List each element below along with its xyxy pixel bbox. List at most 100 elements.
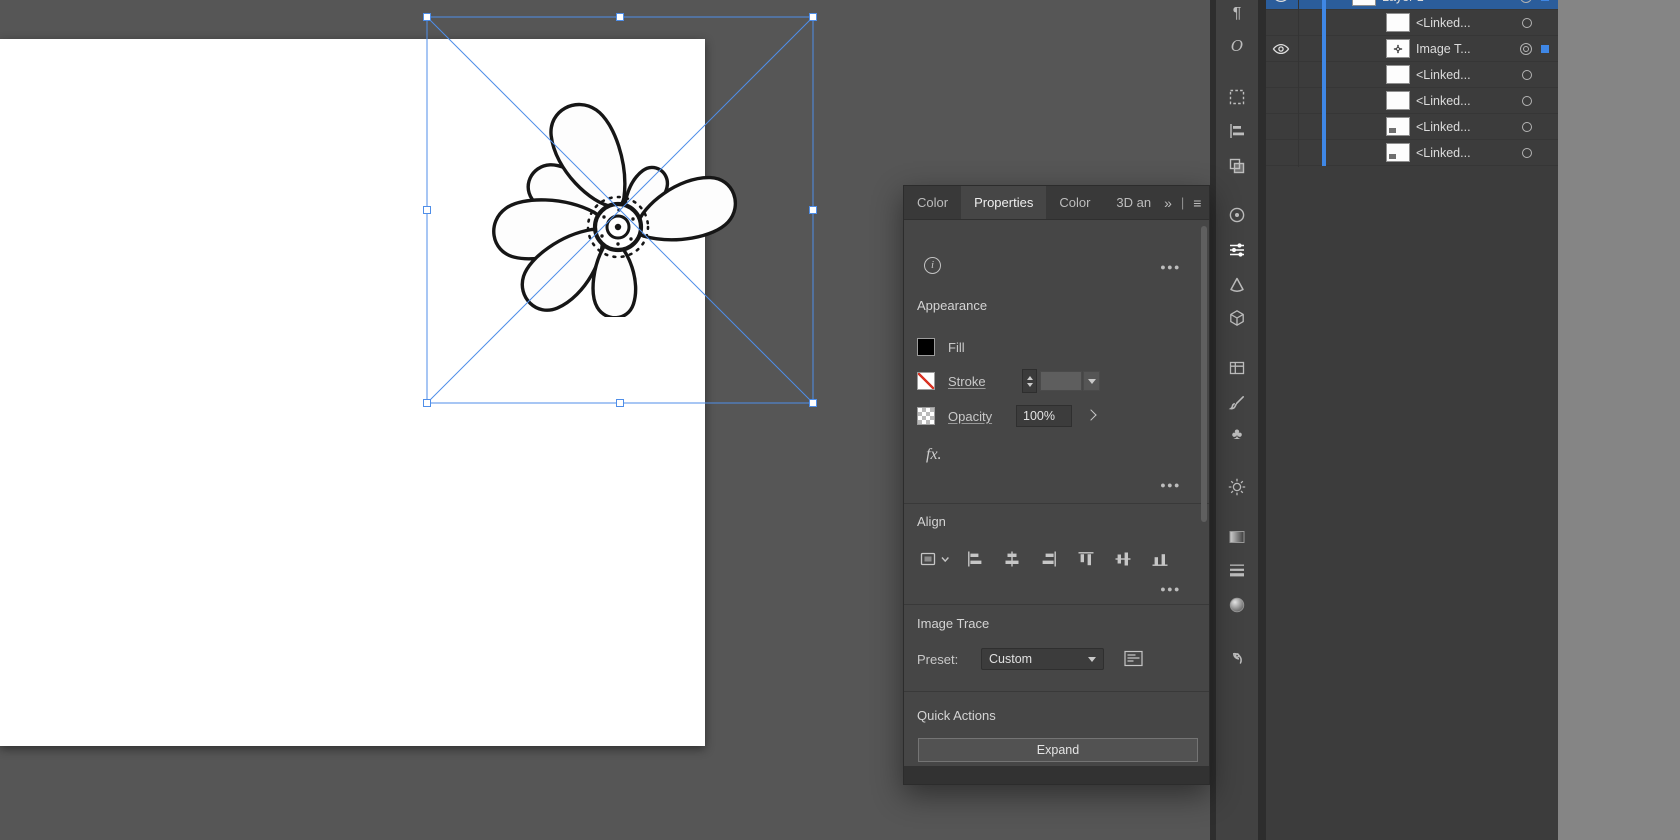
layer-row[interactable]: <Linked... <box>1266 88 1558 114</box>
layer-thumbnail[interactable] <box>1386 65 1410 84</box>
layer-row[interactable]: <Linked... <box>1266 62 1558 88</box>
expand-button[interactable]: Expand <box>918 738 1198 762</box>
tab-properties[interactable]: Properties <box>961 186 1046 219</box>
image-trace-panel-icon[interactable] <box>1124 650 1143 667</box>
visibility-toggle[interactable] <box>1272 121 1292 134</box>
visibility-toggle[interactable] <box>1272 69 1292 82</box>
layers-panel: Layer 1 <Linked... Image T... <Linked... <Li… <box>1258 0 1558 840</box>
properties-panel-icon[interactable] <box>1226 239 1248 261</box>
opacity-field[interactable]: 100% <box>1016 405 1072 427</box>
brushes-icon[interactable] <box>1226 392 1248 414</box>
more-options-icon[interactable]: ●●● <box>1160 584 1181 594</box>
color-panel-icon[interactable] <box>1226 204 1248 226</box>
fx-button[interactable]: fx. <box>926 446 942 464</box>
layer-name[interactable]: Layer 1 <box>1382 0 1424 4</box>
tab-3d-an[interactable]: 3D an <box>1103 186 1164 219</box>
gradient-panel-icon[interactable] <box>1226 526 1248 548</box>
artboards-icon[interactable] <box>1226 357 1248 379</box>
outside-window-area <box>1558 0 1680 840</box>
layer-target-icon[interactable] <box>1520 0 1532 3</box>
layer-name[interactable]: <Linked... <box>1416 68 1471 82</box>
panel-tabs: ColorPropertiesColor3D an <box>904 186 1164 219</box>
visibility-toggle[interactable] <box>1272 95 1292 108</box>
more-options-icon[interactable]: ●●● <box>1160 262 1181 272</box>
layer-name[interactable]: <Linked... <box>1416 146 1471 160</box>
layer-thumbnail[interactable] <box>1386 39 1410 58</box>
pathfinder-icon[interactable] <box>1226 155 1248 177</box>
layer-name[interactable]: <Linked... <box>1416 16 1471 30</box>
opentype-icon[interactable]: O <box>1226 35 1248 57</box>
layer-name[interactable]: <Linked... <box>1416 94 1471 108</box>
sphere-icon[interactable] <box>1226 594 1248 616</box>
align-panel-icon[interactable] <box>1226 120 1248 142</box>
appearance-section-title: Appearance <box>917 298 987 313</box>
layers-rows: Layer 1 <Linked... Image T... <Linked... <Li… <box>1266 0 1558 180</box>
layer-name[interactable]: <Linked... <box>1416 120 1471 134</box>
paragraph-icon[interactable]: ¶ <box>1226 3 1248 25</box>
layer-target-icon[interactable] <box>1522 148 1532 158</box>
tab-bar-controls: » | ≡ <box>1164 186 1211 219</box>
align-right-icon[interactable] <box>1039 549 1059 569</box>
fill-label[interactable]: Fill <box>948 340 965 355</box>
more-options-icon[interactable]: ●●● <box>1160 480 1181 490</box>
stroke-weight-dropdown[interactable] <box>1083 371 1100 391</box>
layer-row[interactable]: <Linked... <box>1266 10 1558 36</box>
stepper-up-icon[interactable] <box>1027 376 1033 380</box>
align-top-icon[interactable] <box>1076 549 1096 569</box>
3d-materials-icon[interactable] <box>1226 307 1248 329</box>
transform-icon[interactable] <box>1226 86 1248 108</box>
align-to-selection-dropdown[interactable] <box>918 549 952 569</box>
tab-divider: | <box>1181 195 1184 210</box>
layer-target-icon[interactable] <box>1522 70 1532 80</box>
fill-swatch[interactable] <box>917 338 935 356</box>
layer-target-icon[interactable] <box>1522 122 1532 132</box>
tab-color[interactable]: Color <box>1046 186 1103 219</box>
layer-target-icon[interactable] <box>1522 96 1532 106</box>
align-middle-vertical-icon[interactable] <box>1113 549 1133 569</box>
layer-name[interactable]: Image T... <box>1416 42 1471 56</box>
visibility-toggle[interactable] <box>1272 17 1292 30</box>
stroke-swatch[interactable] <box>917 372 935 390</box>
graphic-styles-icon[interactable] <box>1226 646 1248 668</box>
shape-icon[interactable] <box>1226 274 1248 296</box>
info-icon[interactable] <box>924 257 941 274</box>
panel-scrollbar[interactable] <box>1201 226 1207 522</box>
align-section-title: Align <box>917 514 946 529</box>
appearance-panel-icon[interactable] <box>1226 476 1248 498</box>
preset-label: Preset: <box>917 652 958 667</box>
selection-diagonals <box>427 17 813 403</box>
layer-thumbnail[interactable] <box>1352 0 1376 6</box>
layer-thumbnail[interactable] <box>1386 91 1410 110</box>
layer-thumbnail[interactable] <box>1386 117 1410 136</box>
opacity-label[interactable]: Opacity <box>948 409 992 424</box>
layer-target-icon[interactable] <box>1522 18 1532 28</box>
opacity-swatch[interactable] <box>917 407 935 425</box>
layer-target-icon[interactable] <box>1520 43 1532 55</box>
stroke-label[interactable]: Stroke <box>948 374 986 389</box>
visibility-eye-icon[interactable] <box>1272 43 1292 56</box>
layer-row[interactable]: <Linked... <box>1266 140 1558 166</box>
visibility-eye-icon[interactable] <box>1272 0 1292 4</box>
align-bottom-icon[interactable] <box>1150 549 1170 569</box>
properties-panel: ColorPropertiesColor3D an » | ≡ ●●● Appe… <box>903 185 1210 785</box>
layer-thumbnail[interactable] <box>1386 13 1410 32</box>
preset-select[interactable]: Custom <box>981 648 1104 670</box>
opacity-options-chevron[interactable] <box>1085 409 1096 420</box>
layer-thumbnail[interactable] <box>1386 143 1410 162</box>
panel-tab-bar: ColorPropertiesColor3D an » | ≡ <box>904 186 1209 220</box>
panel-menu-icon[interactable]: ≡ <box>1193 196 1201 210</box>
stroke-weight-stepper[interactable] <box>1022 369 1037 393</box>
layer-row[interactable]: Image T... <box>1266 36 1558 62</box>
stepper-down-icon[interactable] <box>1027 383 1033 387</box>
align-center-horizontal-icon[interactable] <box>1002 549 1022 569</box>
layer-row[interactable]: Layer 1 <box>1266 0 1558 10</box>
selection-bounding-box[interactable] <box>422 12 818 408</box>
stroke-weight-field[interactable] <box>1040 371 1082 391</box>
symbols-icon[interactable]: ♣ <box>1226 424 1248 446</box>
stroke-panel-icon[interactable] <box>1226 559 1248 581</box>
layer-row[interactable]: <Linked... <box>1266 114 1558 140</box>
tab-overflow-icon[interactable]: » <box>1164 196 1172 210</box>
align-left-icon[interactable] <box>965 549 985 569</box>
tab-color[interactable]: Color <box>904 186 961 219</box>
visibility-toggle[interactable] <box>1272 147 1292 160</box>
